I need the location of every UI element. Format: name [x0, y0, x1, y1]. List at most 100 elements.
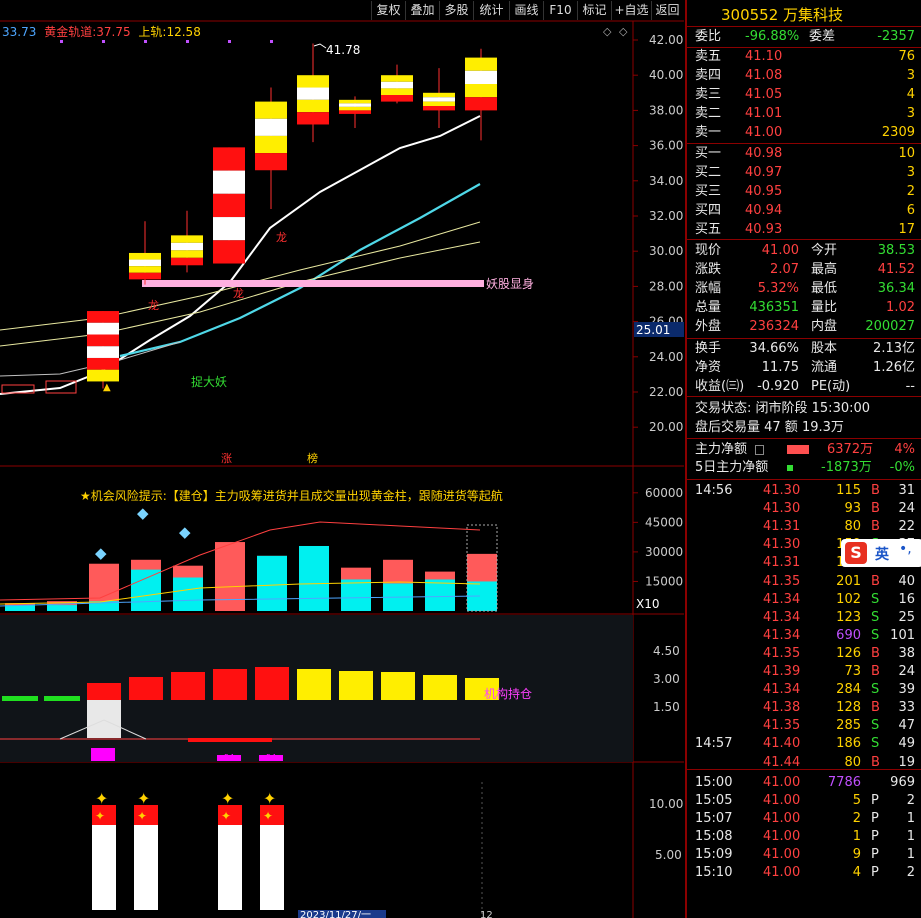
tick-count: 1 [906, 847, 915, 862]
tick-direction: B [871, 700, 880, 716]
ask-volume: 76 [898, 49, 915, 64]
ind-bar [381, 672, 415, 700]
tick-count: 1 [906, 810, 915, 826]
tick-row: 41.34 690 S 101 [687, 627, 921, 645]
stat-value: 5.32% [757, 281, 799, 296]
tick-time: 14:56 [695, 483, 733, 498]
tick-time: 15:08 [695, 828, 733, 844]
legend-value-1: 33.73 [2, 25, 37, 39]
price-tick-label: 28.00 [649, 279, 683, 293]
bid-row: 买二 40.97 3 [687, 164, 921, 182]
price-tick-label: 40.00 [649, 68, 683, 82]
bid-volume: 6 [906, 203, 915, 218]
ind-small-label: 54 [266, 753, 276, 762]
tick-count: 2 [906, 792, 915, 808]
tick-row: 41.31 80 B 22 [687, 518, 921, 536]
tick-row: 14:56 41.30 115 B 31 [687, 482, 921, 500]
candle-body-segment [255, 118, 287, 136]
yaogu-band [142, 280, 484, 287]
candle-body-segment [129, 252, 161, 260]
candle-body-segment [213, 170, 245, 194]
vol-tick-label: 45000 [645, 515, 683, 529]
legend-up-value: 12.58 [166, 25, 201, 39]
candle-body-segment [171, 242, 203, 251]
ind-bar [129, 677, 163, 700]
ask-price: 41.08 [745, 68, 783, 83]
volume-bar [215, 542, 245, 611]
candle-body-segment [129, 272, 161, 280]
kline-chart-area[interactable]: 42.00 40.00 38.00 36.00 34.00 32.00 30.00 28.00… [0, 0, 684, 918]
main-flow-value: 6372万 [827, 442, 874, 457]
candle-body-segment [255, 135, 287, 154]
ime-toolbar[interactable]: S 英 •, [841, 539, 921, 567]
current-price-tag: 25.01 [636, 323, 670, 337]
stat-label: 总量 [695, 300, 722, 315]
diamond-signal-icon: ◆ [95, 544, 107, 562]
weibi-row: 委比 -96.88% 委差 -2357 [687, 28, 921, 46]
candle-body-segment [465, 57, 497, 71]
fund-row: 换手 34.66% 股本 2.13亿 [687, 340, 921, 358]
tick-direction: B [871, 501, 880, 517]
volume-bar-cyan [257, 555, 287, 611]
bang-label: 榜 [307, 451, 318, 465]
five-day-flow-row: 5日主力净额 -1873万 -0% [687, 459, 921, 477]
bid-volume: 10 [898, 146, 915, 161]
yaogu-label: 妖股显身 [486, 276, 534, 291]
tick-direction: S [871, 736, 880, 752]
candle-body-segment [423, 101, 455, 106]
ask-label: 卖三 [695, 87, 722, 102]
price-tick-label: 36.00 [649, 139, 683, 153]
stat-label: 现价 [695, 243, 722, 258]
main-flow-row: 主力净额 6372万 4% [687, 441, 921, 459]
candle-body-segment [213, 240, 245, 264]
volume-bar-cyan [173, 577, 203, 611]
price-tick-label: 34.00 [649, 174, 683, 188]
stat-row: 外盘 236324 内盘 200027 [687, 318, 921, 336]
bid-price: 40.98 [745, 146, 783, 161]
buy-arrow-icon: ▲ [103, 382, 111, 393]
tick-direction: S [871, 682, 880, 698]
tick-count: 33 [898, 700, 915, 716]
ind-red-strip [188, 738, 272, 742]
main-flow-label: 主力净额 [695, 442, 748, 457]
candle-body-segment [213, 217, 245, 241]
weibi-label: 委比 [695, 29, 722, 44]
tick-time: 14:57 [695, 736, 733, 752]
candle-body-segment [465, 70, 497, 84]
ask-label: 卖二 [695, 106, 722, 121]
bid-label: 买二 [695, 165, 722, 180]
stat-value: 236324 [749, 319, 799, 334]
flow-detail-icon[interactable] [755, 445, 764, 455]
tick-row: 41.34 284 S 39 [687, 681, 921, 699]
tick-price: 41.00 [763, 865, 801, 881]
fund-value-2: -- [905, 379, 915, 394]
gold-wing-icon: ✦ [263, 809, 273, 823]
tick-row: 15:00 41.00 7786 969 [687, 774, 921, 792]
tick-price: 41.40 [763, 736, 801, 752]
candle-body-segment [87, 357, 119, 370]
bot-white-bar [218, 825, 242, 910]
tick-price: 41.34 [763, 609, 801, 625]
tick-count: 2 [906, 865, 915, 881]
ask-label: 卖五 [695, 49, 722, 64]
stat-value: 2.07 [770, 262, 799, 277]
tick-row: 41.34 123 S 25 [687, 609, 921, 627]
bid-row: 买一 40.98 10 [687, 145, 921, 163]
settings-diamond-icon: ◇ [619, 25, 628, 38]
ask-price: 41.10 [745, 49, 783, 64]
gold-wing-icon: ✦ [221, 789, 234, 808]
candle-body-segment [87, 311, 119, 323]
candle-body-segment [423, 106, 455, 111]
tick-row: 41.38 128 B 33 [687, 699, 921, 717]
tick-count: 40 [898, 573, 915, 589]
tick-volume: 690 [836, 627, 861, 643]
ind-white-bar [87, 700, 121, 738]
tick-volume: 7786 [827, 774, 861, 790]
candle-body-segment [129, 259, 161, 267]
weicha-value: -2357 [877, 29, 915, 44]
candle-body-segment [381, 75, 413, 82]
ind-small-label: 54 [224, 753, 234, 762]
ask-price: 41.00 [745, 125, 783, 140]
tick-count: 24 [898, 501, 915, 517]
dragon-label: 龙 [276, 231, 287, 244]
